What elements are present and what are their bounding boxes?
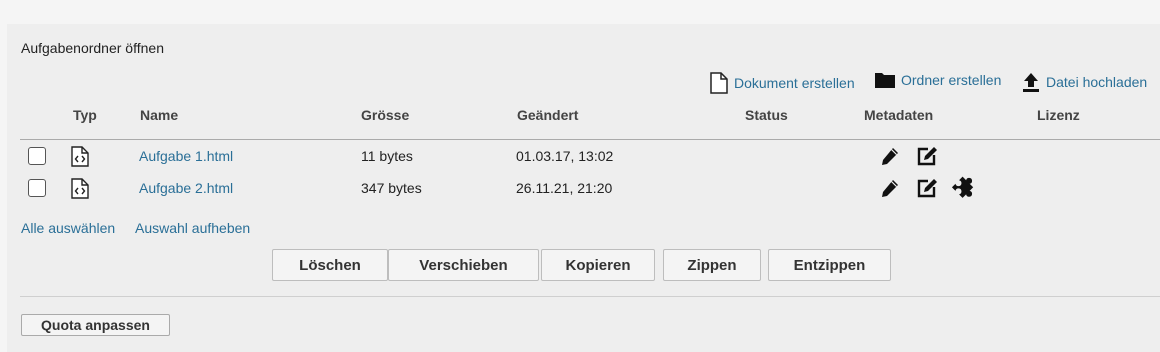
- column-header-type[interactable]: Typ: [73, 107, 97, 123]
- document-icon: [710, 72, 728, 94]
- zip-button[interactable]: Zippen: [663, 249, 761, 281]
- create-document-label: Dokument erstellen: [734, 75, 855, 91]
- column-header-name[interactable]: Name: [140, 107, 178, 123]
- column-header-modified[interactable]: Geändert: [517, 107, 578, 123]
- create-folder-link[interactable]: Ordner erstellen: [875, 72, 1001, 88]
- select-all-link[interactable]: Alle auswählen: [21, 220, 115, 236]
- create-document-link[interactable]: Dokument erstellen: [710, 72, 855, 94]
- puzzle-icon[interactable]: [952, 176, 976, 199]
- column-header-license[interactable]: Lizenz: [1037, 107, 1080, 123]
- deselect-link[interactable]: Auswahl aufheben: [135, 220, 250, 236]
- folder-icon: [875, 73, 895, 88]
- table-row: Aufgabe 1.html 11 bytes 01.03.17, 13:02: [7, 141, 1160, 171]
- footer-divider: [20, 296, 1160, 297]
- row-checkbox[interactable]: [28, 179, 46, 197]
- upload-file-label: Datei hochladen: [1046, 74, 1148, 90]
- pencil-icon[interactable]: [880, 146, 900, 166]
- column-header-size[interactable]: Grösse: [361, 107, 409, 123]
- row-checkbox[interactable]: [28, 147, 46, 165]
- unzip-button[interactable]: Entzippen: [768, 249, 891, 281]
- create-folder-label: Ordner erstellen: [901, 72, 1002, 88]
- pencil-icon[interactable]: [880, 178, 900, 198]
- upload-icon: [1023, 73, 1039, 92]
- file-name-link[interactable]: Aufgabe 1.html: [139, 148, 233, 164]
- header-divider: [20, 139, 1160, 140]
- column-header-metadata: Metadaten: [864, 107, 934, 123]
- file-size: 11 bytes: [361, 148, 413, 164]
- copy-button[interactable]: Kopieren: [541, 249, 655, 281]
- file-modified: 26.11.21, 21:20: [516, 180, 613, 196]
- file-modified: 01.03.17, 13:02: [516, 148, 614, 164]
- file-size: 347 bytes: [361, 180, 422, 196]
- html-file-icon: [71, 146, 89, 167]
- edit-metadata-icon[interactable]: [917, 178, 938, 198]
- file-name-link[interactable]: Aufgabe 2.html: [139, 180, 233, 196]
- html-file-icon: [71, 178, 89, 199]
- delete-button[interactable]: Löschen: [272, 249, 388, 281]
- quota-adjust-button[interactable]: Quota anpassen: [21, 314, 170, 336]
- upload-file-link[interactable]: Datei hochladen: [1022, 72, 1147, 92]
- action-bar: Dokument erstellen Ordner erstellen Date…: [7, 72, 1160, 94]
- move-button[interactable]: Verschieben: [388, 249, 539, 281]
- folder-panel: Aufgabenordner öffnen Dokument erstellen…: [7, 24, 1160, 352]
- panel-title: Aufgabenordner öffnen: [21, 40, 164, 56]
- edit-metadata-icon[interactable]: [917, 146, 938, 166]
- column-header-status[interactable]: Status: [745, 107, 788, 123]
- table-row: Aufgabe 2.html 347 bytes 26.11.21, 21:20: [7, 173, 1160, 203]
